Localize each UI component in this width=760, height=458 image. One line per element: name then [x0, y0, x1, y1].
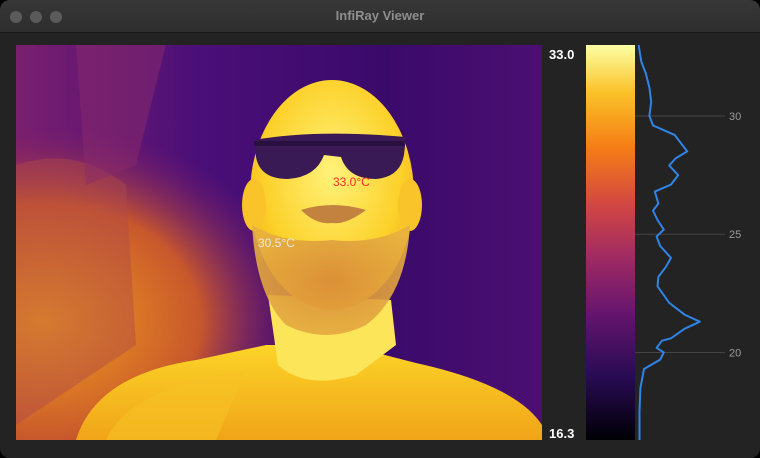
histogram-plot: 20 25 30: [635, 44, 741, 440]
window-title: InfiRay Viewer: [335, 8, 425, 23]
histogram-tick-label: 30: [729, 111, 741, 123]
title-bar: InfiRay Viewer: [0, 0, 760, 33]
viewer-content: 33.0°C 30.5°C 33.0 16.3 20 25 30: [0, 33, 760, 458]
histogram-tick-label: 25: [729, 229, 741, 241]
temperature-histogram: 20 25 30: [635, 44, 760, 440]
colorbar: [586, 45, 635, 440]
thermal-image[interactable]: 33.0°C 30.5°C: [16, 45, 542, 440]
histogram-line: [637, 44, 701, 440]
colorbar-max-label: 33.0: [549, 47, 575, 62]
histogram-tick-label: 20: [729, 347, 741, 359]
app-window: InfiRay Viewer 33.0°C 30.5°C 33.0 16.3 2…: [0, 0, 760, 458]
cursor-temperature: 30.5°C: [258, 236, 295, 250]
colorbar-min-label: 16.3: [549, 426, 575, 441]
hot-spot-temperature: 33.0°C: [333, 175, 370, 189]
